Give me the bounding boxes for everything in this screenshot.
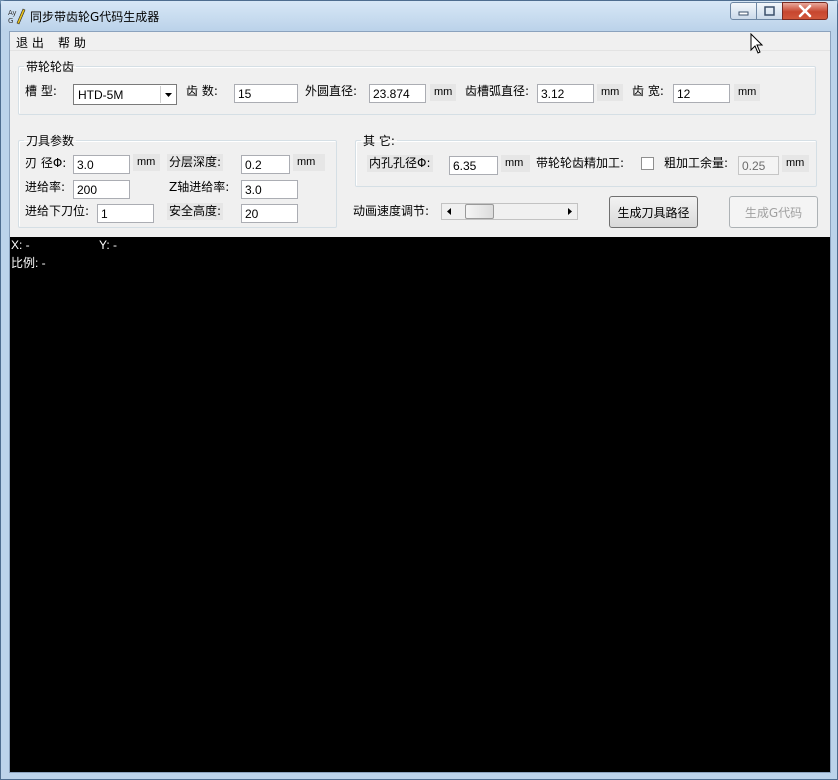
safe-height-label: 安全高度: [167, 203, 224, 220]
speed-slider[interactable] [441, 203, 578, 220]
maximize-button[interactable] [756, 2, 783, 20]
width-label: 齿 宽: [632, 84, 664, 98]
z-feed-input[interactable] [241, 180, 298, 199]
window-title: 同步带齿轮G代码生成器 [30, 10, 160, 24]
arc-dia-unit: mm [597, 84, 624, 101]
title-bar[interactable]: Ay G 同步带齿轮G代码生成器 [1, 1, 837, 30]
teeth-input[interactable] [234, 84, 298, 103]
width-unit: mm [734, 84, 760, 101]
allowance-label: 粗加工余量: [664, 156, 729, 170]
width-input[interactable] [673, 84, 730, 103]
layer-depth-input[interactable] [241, 155, 290, 174]
bore-label: 内孔孔径Φ: [367, 155, 433, 172]
close-icon [798, 4, 812, 18]
plunge-label: 进给下刀位: [25, 204, 90, 218]
groove-type-label: 槽 型: [25, 84, 57, 98]
chevron-down-icon [165, 93, 172, 97]
teeth-label: 齿 数: [186, 84, 218, 98]
scale-readout: 比例: - [11, 256, 46, 270]
safe-height-input[interactable] [241, 204, 298, 223]
outer-dia-label: 外圆直径: [305, 84, 358, 98]
scroll-left-button[interactable] [442, 204, 457, 219]
bore-unit: mm [501, 155, 530, 172]
arrow-left-icon [447, 208, 451, 215]
generate-gcode-button[interactable]: 生成G代码 [729, 196, 818, 228]
finish-label: 带轮轮齿精加工: [536, 156, 625, 170]
menu-help[interactable]: 帮 助 [58, 34, 86, 51]
plunge-input[interactable] [97, 204, 154, 223]
minimize-icon [738, 11, 749, 16]
speed-label: 动画速度调节: [353, 204, 430, 218]
blade-dia-label: 刃 径Φ: [25, 156, 67, 170]
mouse-cursor-icon [750, 33, 764, 54]
allowance-unit: mm [782, 155, 809, 172]
arrow-right-icon [568, 208, 572, 215]
app-logo-icon: Ay G [8, 8, 26, 25]
allowance-input[interactable] [738, 156, 779, 175]
svg-text:G: G [8, 17, 13, 25]
menu-exit[interactable]: 退 出 [16, 34, 44, 51]
outer-dia-unit: mm [430, 84, 457, 101]
finish-checkbox[interactable] [641, 157, 654, 170]
feed-rate-input[interactable] [73, 180, 130, 199]
z-feed-label: Z轴进给率: [169, 180, 230, 194]
blade-dia-input[interactable] [73, 155, 130, 174]
toolpath-canvas[interactable]: X: - Y: - 比例: - [10, 237, 830, 772]
layer-depth-unit: mm [293, 154, 325, 171]
y-readout: Y: - [99, 238, 118, 252]
bore-input[interactable] [449, 156, 498, 175]
menu-bar: 退 出 帮 助 [10, 32, 830, 51]
close-button[interactable] [782, 2, 828, 20]
feed-rate-label: 进给率: [25, 180, 66, 194]
pulley-group-title: 带轮轮齿 [26, 60, 75, 74]
x-readout: X: - [11, 238, 30, 252]
groove-type-value: HTD-5M [78, 88, 124, 102]
svg-text:Ay: Ay [8, 9, 16, 17]
outer-dia-input[interactable] [369, 84, 426, 103]
dropdown-button[interactable] [160, 86, 175, 103]
app-window: Ay G 同步带齿轮G代码生成器 退 出 帮 助 带轮轮齿 槽 型: HTD-5… [0, 0, 838, 780]
maximize-icon [764, 6, 775, 16]
layer-depth-label: 分层深度: [167, 154, 224, 171]
speed-slider-thumb[interactable] [465, 204, 494, 219]
scroll-right-button[interactable] [562, 204, 577, 219]
minimize-button[interactable] [730, 2, 757, 20]
tool-group-title: 刀具参数 [26, 134, 75, 148]
blade-dia-unit: mm [133, 154, 160, 171]
arc-dia-label: 齿槽弧直径: [465, 84, 530, 98]
groove-type-select[interactable]: HTD-5M [73, 84, 177, 105]
generate-path-button[interactable]: 生成刀具路径 [609, 196, 698, 228]
arc-dia-input[interactable] [537, 84, 594, 103]
other-group-title: 其 它: [363, 134, 395, 148]
client-area: 退 出 帮 助 带轮轮齿 槽 型: HTD-5M 齿 数: 外圆直径: mm 齿… [9, 31, 831, 773]
